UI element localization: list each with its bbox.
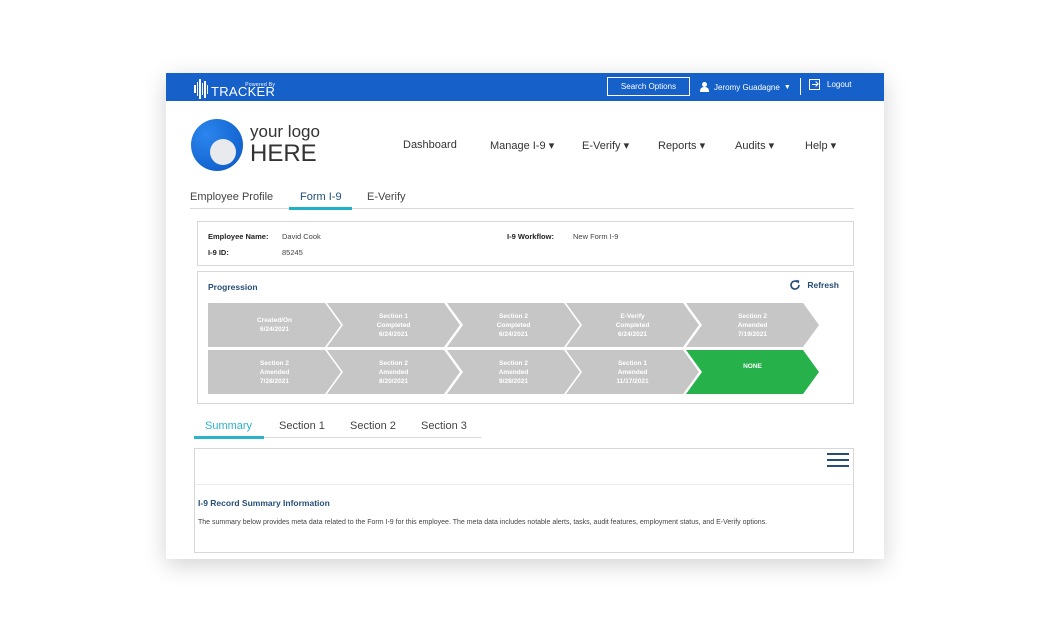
company-logo-text[interactable]: your logo HERE [250, 123, 320, 167]
progress-step: Created/On 6/24/2021 [208, 303, 341, 347]
progress-step: Section 2 Amended 9/28/2021 [447, 350, 580, 394]
logo-line-1: your logo [250, 122, 320, 141]
tracker-bars-icon [194, 79, 208, 99]
summary-toolbar [195, 449, 853, 485]
active-tab-indicator [194, 436, 264, 439]
active-tab-indicator [289, 207, 352, 210]
tab-employee-profile[interactable]: Employee Profile [190, 191, 273, 203]
nav-dashboard[interactable]: Dashboard [403, 139, 457, 151]
i9-id-value: 85245 [282, 248, 303, 257]
tab-section-3[interactable]: Section 3 [421, 420, 467, 432]
nav-reports[interactable]: Reports ▾ [658, 139, 705, 152]
tab-summary[interactable]: Summary [205, 420, 252, 432]
refresh-button[interactable]: Refresh [789, 279, 839, 291]
summary-title: I-9 Record Summary Information [198, 498, 330, 508]
record-tabs: Summary Section 1 Section 2 Section 3 [194, 416, 481, 439]
logout-label: Logout [827, 80, 852, 89]
tab-section-2[interactable]: Section 2 [350, 420, 396, 432]
user-menu[interactable]: Jeromy Guadagne ▼ [700, 79, 791, 95]
refresh-icon [790, 279, 801, 290]
powered-by-label: Powered By [245, 82, 276, 88]
workflow-label: I-9 Workflow: [507, 232, 554, 241]
progress-step: Section 1 Amended 11/17/2021 [566, 350, 699, 394]
search-options-button[interactable]: Search Options [607, 77, 690, 96]
nav-audits[interactable]: Audits ▾ [735, 139, 774, 152]
progress-step: Section 2 Completed 6/24/2021 [447, 303, 580, 347]
progression-title: Progression [208, 282, 258, 292]
logo-line-2: HERE [250, 140, 317, 167]
employee-name-label: Employee Name: [208, 232, 269, 241]
workflow-value: New Form I-9 [573, 232, 619, 241]
progress-step: Section 1 Completed 6/24/2021 [327, 303, 460, 347]
refresh-label: Refresh [807, 280, 839, 290]
tracker-brand-logo[interactable]: Powered By TRACKER [194, 77, 275, 99]
employee-subtabs: Employee Profile Form I-9 E-Verify [190, 188, 854, 210]
tracker-brand-text: Powered By TRACKER [211, 82, 275, 99]
main-content: your logo HERE Dashboard Manage I-9 ▾ E-… [166, 101, 884, 559]
app-window: Powered By TRACKER Search Options Jeromy… [166, 73, 884, 559]
i9-id-label: I-9 ID: [208, 248, 229, 257]
tab-e-verify[interactable]: E-Verify [367, 191, 406, 203]
topbar-divider [800, 78, 801, 95]
user-icon [700, 82, 709, 92]
nav-e-verify[interactable]: E-Verify ▾ [582, 139, 629, 152]
nav-manage-i9[interactable]: Manage I-9 ▾ [490, 139, 554, 152]
progress-step: Section 2 Amended 8/20/2021 [327, 350, 460, 394]
nav-help[interactable]: Help ▾ [805, 139, 836, 152]
logout-button[interactable]: Logout [809, 79, 851, 90]
logout-icon [809, 79, 820, 90]
tab-section-1[interactable]: Section 1 [279, 420, 325, 432]
tab-form-i9[interactable]: Form I-9 [300, 191, 342, 203]
progress-step: Section 2 Amended 7/19/2021 [686, 303, 819, 347]
summary-description: The summary below provides meta data rel… [198, 519, 768, 526]
chevron-down-icon: ▼ [783, 83, 791, 91]
progress-step: E-Verify Completed 6/24/2021 [566, 303, 699, 347]
summary-panel: I-9 Record Summary Information The summa… [194, 448, 854, 553]
employee-name-value: David Cook [282, 232, 321, 241]
employee-info-panel: Employee Name: David Cook I-9 ID: 85245 … [197, 221, 854, 266]
hamburger-menu-icon[interactable] [827, 453, 849, 469]
progress-step-current: NONE [686, 350, 819, 394]
progression-panel: Progression Refresh Created/On 6/24/2021 … [197, 271, 854, 404]
progress-step: Section 2 Amended 7/28/2021 [208, 350, 341, 394]
top-bar: Powered By TRACKER Search Options Jeromy… [166, 73, 884, 101]
user-name: Jeromy Guadagne [714, 82, 780, 92]
company-logo-icon [191, 119, 243, 171]
